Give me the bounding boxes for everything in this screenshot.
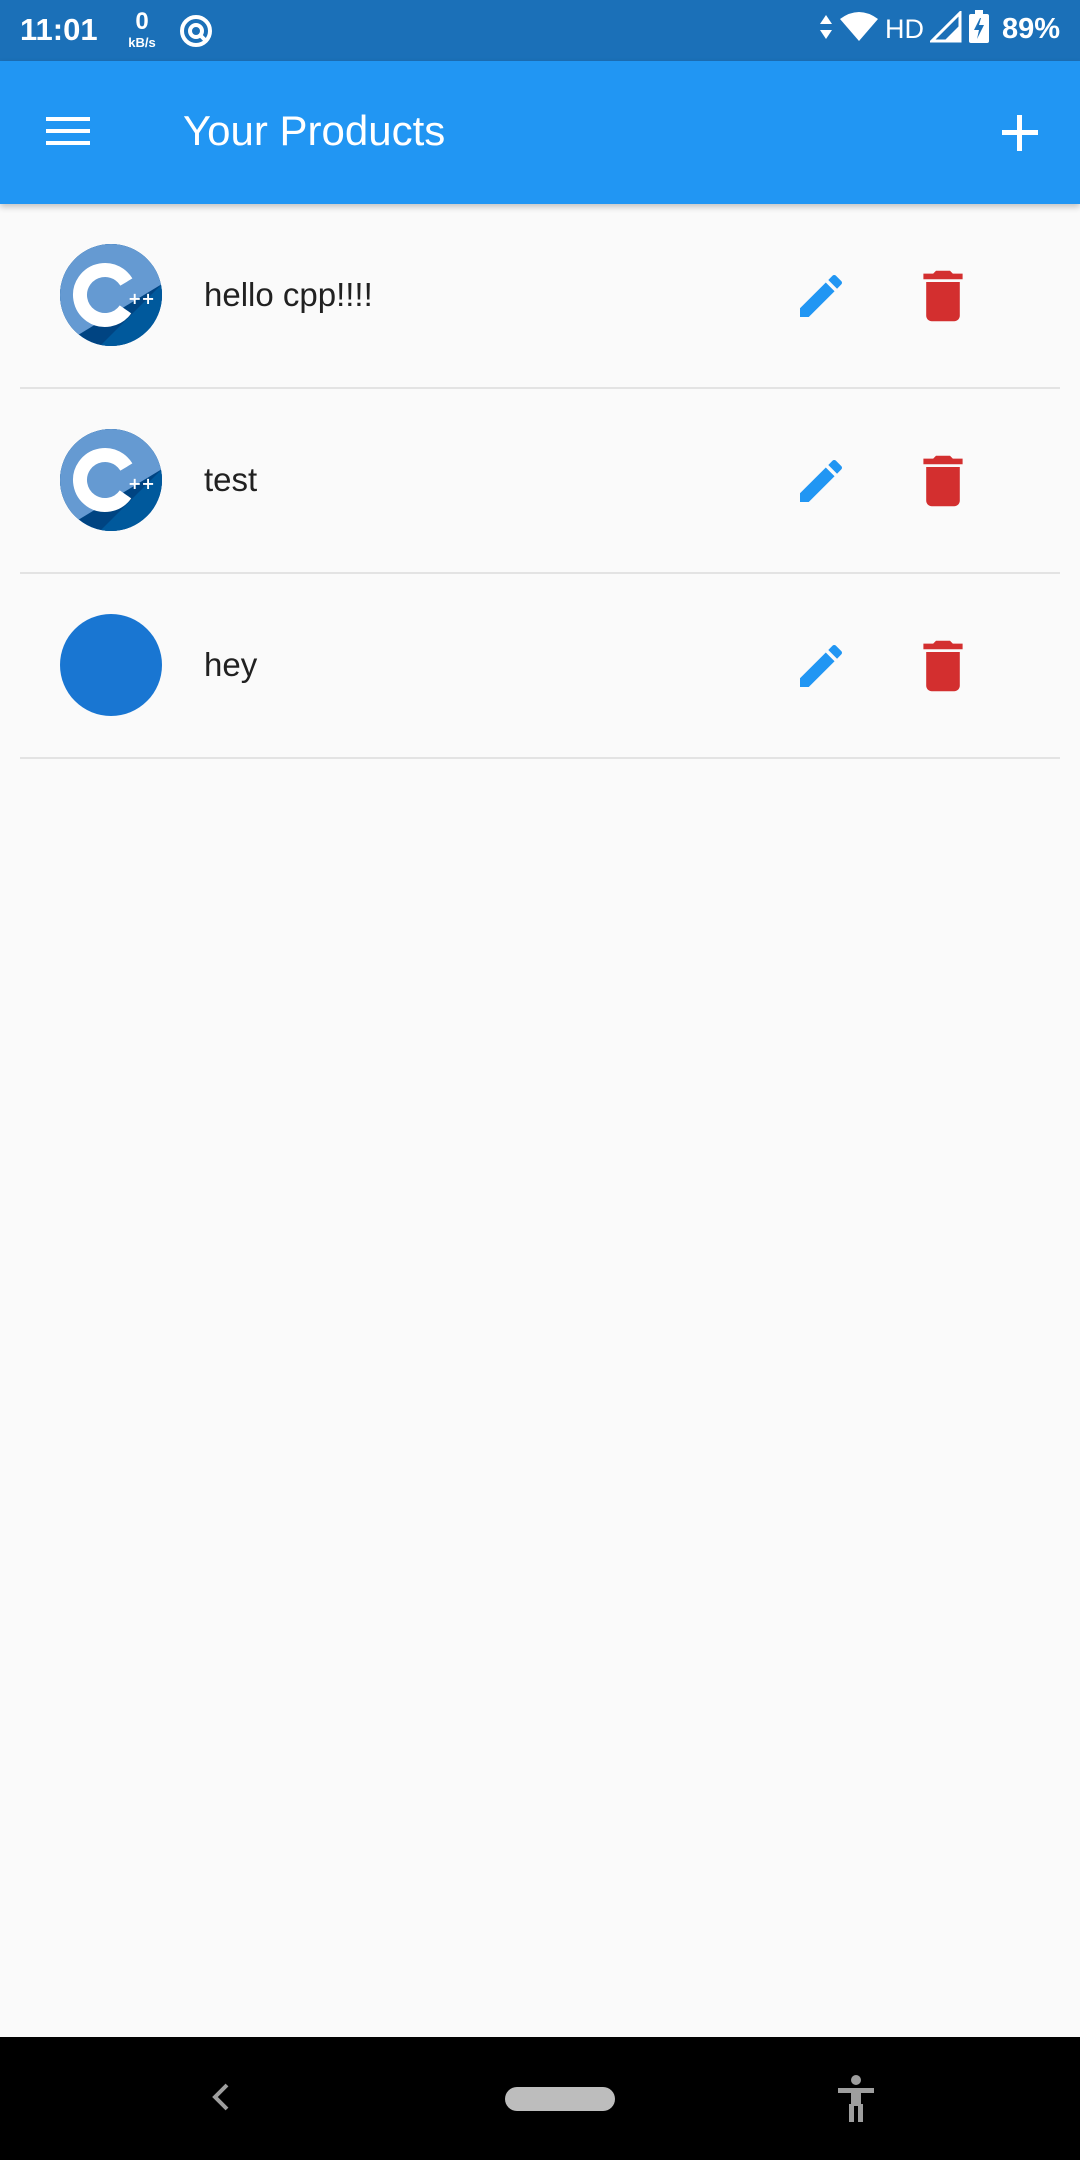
product-title: hello cpp!!!! xyxy=(204,276,373,313)
net-speed-unit: kB/s xyxy=(128,35,156,50)
trash-icon xyxy=(923,640,963,692)
delete-button[interactable] xyxy=(918,268,968,324)
delete-button[interactable] xyxy=(918,453,968,509)
list-item[interactable]: ++ hello cpp!!!! xyxy=(20,204,1060,389)
data-saver-icon xyxy=(178,13,214,54)
accessibility-icon xyxy=(838,2075,874,2122)
trash-icon xyxy=(923,270,963,322)
cpp-logo-icon: ++ xyxy=(60,244,162,346)
svg-text:++: ++ xyxy=(128,289,155,308)
menu-icon xyxy=(46,117,90,145)
wifi-icon xyxy=(839,11,879,48)
add-product-button[interactable] xyxy=(994,107,1046,159)
battery-charging-icon xyxy=(968,10,990,49)
add-icon xyxy=(1002,115,1038,151)
pencil-icon xyxy=(800,644,843,687)
list-item[interactable]: hey xyxy=(20,574,1060,759)
pencil-icon xyxy=(800,274,843,317)
menu-button[interactable] xyxy=(42,107,100,157)
status-time: 11:01 xyxy=(20,12,98,47)
list-item[interactable]: ++ test xyxy=(20,389,1060,574)
product-list: ++ hello cpp!!!! ++ test hey xyxy=(20,204,1060,759)
product-title: hey xyxy=(204,646,258,683)
nav-bar xyxy=(0,2037,1080,2160)
cpp-logo-icon: ++ xyxy=(60,429,162,531)
net-speed-value: 0 xyxy=(135,8,149,35)
accessibility-button[interactable] xyxy=(834,2074,878,2129)
delete-button[interactable] xyxy=(918,638,968,694)
battery-level: 89% xyxy=(1001,13,1060,45)
svg-text:++: ++ xyxy=(128,474,155,493)
back-icon xyxy=(212,2083,229,2111)
back-button[interactable] xyxy=(203,2079,239,2120)
avatar xyxy=(60,614,162,716)
avatar: ++ xyxy=(60,429,162,531)
status-bar: 11:01 0 kB/s HD 89% xyxy=(0,0,1080,61)
edit-button[interactable] xyxy=(793,638,849,694)
page-title: Your Products xyxy=(183,107,446,154)
status-right: HD 89% xyxy=(819,9,1060,49)
edit-button[interactable] xyxy=(793,453,849,509)
trash-icon xyxy=(923,455,963,507)
net-speed: 0 kB/s xyxy=(122,8,162,50)
signal-icon xyxy=(928,9,962,48)
product-title: test xyxy=(204,461,258,498)
home-button[interactable] xyxy=(505,2087,615,2111)
avatar: ++ xyxy=(60,244,162,346)
edit-button[interactable] xyxy=(793,268,849,324)
data-arrows-icon xyxy=(819,13,833,46)
app-bar: Your Products xyxy=(0,61,1080,204)
pencil-icon xyxy=(800,459,843,502)
network-type: HD xyxy=(884,14,924,44)
